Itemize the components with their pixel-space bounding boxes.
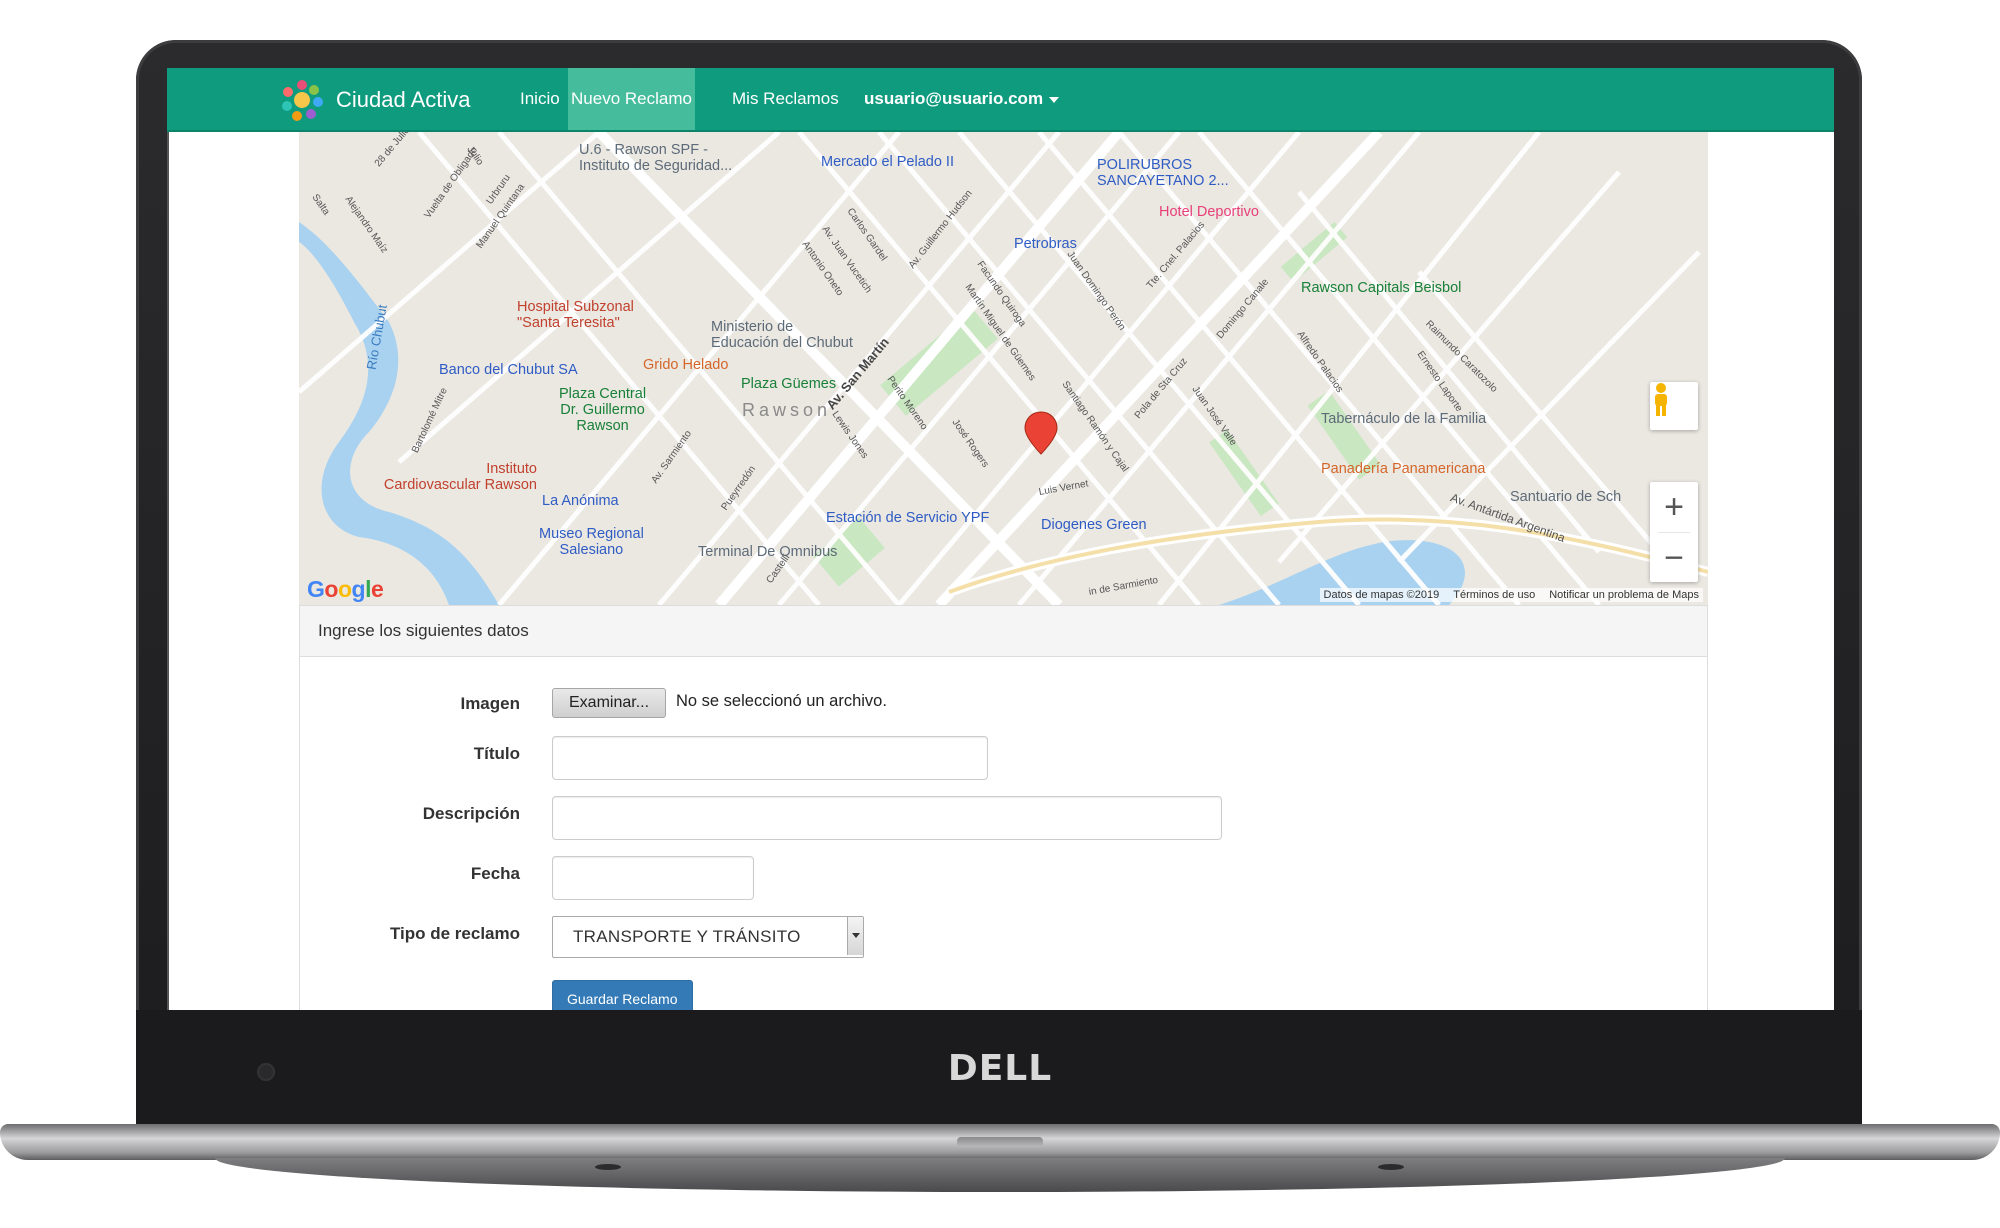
- fecha-row: Fecha: [300, 856, 1707, 900]
- webcam-icon: [257, 1063, 275, 1081]
- poi-museo[interactable]: Museo Regional Salesiano: [539, 526, 644, 558]
- titulo-input[interactable]: [552, 736, 988, 780]
- laptop-base-underside: [215, 1158, 1785, 1192]
- poi-instituto[interactable]: Instituto Cardiovascular Rawson: [359, 461, 537, 493]
- poi-estacion[interactable]: Estación de Servicio YPF: [826, 510, 989, 526]
- dell-logo: DELL: [947, 1048, 1053, 1089]
- file-status: No se seleccionó un archivo.: [676, 692, 887, 710]
- descripcion-label: Descripción: [422, 804, 520, 823]
- poi-mercado[interactable]: Mercado el Pelado II: [821, 154, 954, 170]
- panel-heading: Ingrese los siguientes datos: [300, 606, 1707, 657]
- laptop-notch: [957, 1137, 1043, 1147]
- zoom-control: + −: [1650, 482, 1698, 582]
- user-menu[interactable]: usuario@usuario.com: [846, 68, 1077, 130]
- poi-plaza-guemes[interactable]: Plaza Güemes: [741, 376, 836, 392]
- poi-ministerio[interactable]: Ministerio de Educación del Chubut: [711, 319, 853, 351]
- descripcion-input[interactable]: [552, 796, 1222, 840]
- tipo-label: Tipo de reclamo: [389, 924, 520, 943]
- imagen-label: Imagen: [460, 694, 520, 713]
- poi-panaderia[interactable]: Panadería Panamericana: [1321, 461, 1485, 477]
- google-logo: Google: [307, 576, 384, 602]
- select-arrow-icon: [847, 917, 863, 955]
- brand-name: Ciudad Activa: [336, 87, 471, 112]
- poi-santuario[interactable]: Santuario de Sch: [1510, 489, 1621, 505]
- poi-banco[interactable]: Banco del Chubut SA: [439, 362, 578, 378]
- report-problem-link[interactable]: Notificar un problema de Maps: [1549, 589, 1699, 601]
- zoom-in-button[interactable]: +: [1650, 482, 1698, 532]
- poi-u6[interactable]: U.6 - Rawson SPF - Instituto de Seguridad…: [579, 142, 732, 174]
- titulo-row: Título: [300, 736, 1707, 780]
- nav-mis-reclamos[interactable]: Mis Reclamos: [714, 68, 857, 130]
- screen: Ciudad Activa Inicio Nuevo Reclamo Mis R…: [167, 68, 1834, 1010]
- laptop-foot: [1378, 1164, 1404, 1170]
- poi-diogenes[interactable]: Diogenes Green: [1041, 517, 1147, 533]
- zoom-out-button[interactable]: −: [1650, 533, 1698, 583]
- city-label: Rawson: [742, 400, 832, 420]
- tipo-row: Tipo de reclamo TRANSPORTE Y TRÁNSITO: [300, 916, 1707, 958]
- poi-polirubros[interactable]: POLIRUBROS SANCAYETANO 2...: [1097, 157, 1229, 189]
- map-data-credit: Datos de mapas ©2019: [1323, 589, 1440, 601]
- nav-inicio[interactable]: Inicio: [502, 68, 578, 130]
- fecha-label: Fecha: [470, 864, 520, 883]
- pegman-icon[interactable]: [1650, 382, 1698, 430]
- titulo-label: Título: [473, 744, 520, 763]
- map-attribution: Datos de mapas ©2019 Términos de uso Not…: [1319, 588, 1703, 602]
- guardar-reclamo-button[interactable]: Guardar Reclamo: [552, 980, 693, 1010]
- descripcion-row: Descripción: [300, 796, 1707, 840]
- submit-row: Guardar Reclamo: [300, 980, 1707, 1010]
- poi-tabernaculo[interactable]: Tabernáculo de la Familia: [1321, 411, 1486, 427]
- user-email: usuario@usuario.com: [864, 89, 1044, 108]
- brand[interactable]: Ciudad Activa: [280, 80, 471, 121]
- tipo-select[interactable]: TRANSPORTE Y TRÁNSITO: [552, 916, 864, 958]
- claim-form-panel: Ingrese los siguientes datos Imagen Exam…: [299, 605, 1708, 1010]
- poi-hospital[interactable]: Hospital Subzonal "Santa Teresita": [517, 299, 634, 331]
- laptop-foot: [595, 1164, 621, 1170]
- poi-grido[interactable]: Grido Helado: [643, 357, 728, 373]
- map[interactable]: U.6 - Rawson SPF - Instituto de Seguridad…: [299, 132, 1708, 605]
- poi-petrobras[interactable]: Petrobras: [1014, 236, 1077, 252]
- nav-nuevo-reclamo[interactable]: Nuevo Reclamo: [568, 68, 695, 130]
- poi-la-anonima[interactable]: La Anónima: [542, 493, 619, 509]
- imagen-row: Imagen Examinar... No se seleccionó un a…: [300, 688, 1707, 718]
- terms-link[interactable]: Términos de uso: [1453, 589, 1535, 601]
- navbar: Ciudad Activa Inicio Nuevo Reclamo Mis R…: [167, 68, 1834, 132]
- caret-down-icon: [1049, 96, 1060, 103]
- poi-terminal[interactable]: Terminal De Omnibus: [698, 544, 837, 560]
- tipo-selected-value: TRANSPORTE Y TRÁNSITO: [573, 927, 801, 946]
- flower-logo-icon: [282, 80, 323, 121]
- poi-plaza-central[interactable]: Plaza Central Dr. Guillermo Rawson: [559, 386, 646, 434]
- poi-hotel[interactable]: Hotel Deportivo: [1159, 204, 1259, 220]
- poi-rawson-capitals[interactable]: Rawson Capitals Beisbol: [1301, 280, 1461, 296]
- fecha-input[interactable]: [552, 856, 754, 900]
- file-browse-button[interactable]: Examinar...: [552, 688, 667, 718]
